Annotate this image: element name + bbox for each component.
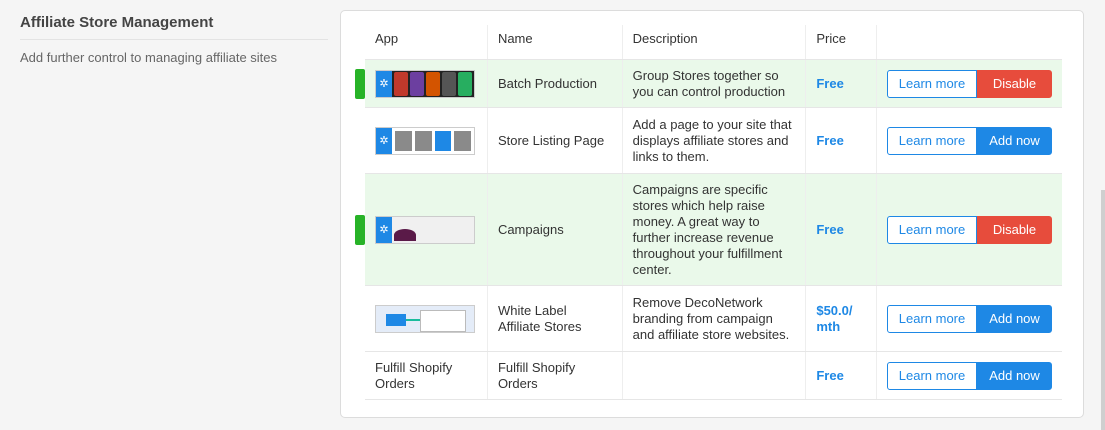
deco-logo-icon: ✲ [376, 70, 392, 97]
app-thumbnail: ✲ [375, 126, 475, 155]
app-name: Campaigns [486, 173, 623, 286]
column-header-app: App [365, 25, 488, 60]
app-price: $50.0/ mth [805, 285, 877, 352]
learn-more-button[interactable]: Learn more [887, 361, 977, 390]
apps-card: App Name Description Price ✲ Batch Produ… [340, 10, 1084, 418]
add-now-button[interactable]: Add now [977, 304, 1052, 333]
disable-button[interactable]: Disable [977, 215, 1052, 244]
actions-cell: Learn more Add now [876, 351, 1062, 400]
app-thumbnail: ✲ [375, 215, 475, 244]
app-name: White Label Affiliate Stores [486, 285, 623, 352]
app-cell: ✲ [365, 107, 488, 174]
active-marker [355, 69, 365, 99]
store-listing-image [392, 128, 474, 154]
app-cell: ✲ [355, 59, 488, 108]
section-info: Affiliate Store Management Add further c… [20, 14, 328, 65]
disable-button[interactable]: Disable [977, 69, 1052, 98]
table-row: ✲ Campaigns Campaigns are specific store… [355, 173, 1062, 286]
app-name: Batch Production [486, 59, 623, 108]
app-description: Group Stores together so you can control… [621, 59, 806, 108]
learn-more-button[interactable]: Learn more [887, 126, 977, 155]
learn-more-button[interactable]: Learn more [887, 69, 977, 98]
section-subtitle: Add further control to managing affiliat… [20, 50, 278, 65]
learn-more-button[interactable]: Learn more [887, 304, 977, 333]
app-thumbnail: ✲ [375, 69, 475, 98]
add-now-button[interactable]: Add now [977, 361, 1052, 390]
apps-table: App Name Description Price ✲ Batch Produ… [355, 25, 1062, 400]
actions-cell: Learn more Add now [876, 107, 1062, 174]
white-label-image [420, 309, 466, 332]
app-price: Free [805, 107, 877, 174]
app-cell [365, 285, 488, 352]
page-scrollbar[interactable] [1101, 190, 1105, 430]
app-name: Store Listing Page [486, 107, 623, 174]
app-description: Add a page to your site that displays af… [621, 107, 806, 174]
deco-logo-icon: ✲ [376, 216, 392, 243]
column-header-price: Price [805, 25, 877, 60]
add-now-button[interactable]: Add now [977, 126, 1052, 155]
section-title: Affiliate Store Management [20, 14, 328, 40]
table-header-row: App Name Description Price [365, 25, 1062, 60]
app-description [621, 351, 806, 400]
app-name: Fulfill Shopify Orders [486, 351, 623, 400]
actions-cell: Learn more Disable [876, 59, 1062, 108]
app-text: Fulfill Shopify Orders [365, 351, 488, 400]
app-description: Remove DecoNetwork branding from campaig… [621, 285, 806, 352]
table-row: White Label Affiliate Stores Remove Deco… [365, 285, 1062, 352]
app-description: Campaigns are specific stores which help… [621, 173, 806, 286]
app-price: Free [805, 59, 877, 108]
active-marker [355, 215, 365, 245]
actions-cell: Learn more Disable [876, 173, 1062, 286]
app-price: Free [805, 351, 877, 400]
column-header-actions [876, 25, 1062, 60]
table-row: ✲ Batch Production Group Stores together… [355, 59, 1062, 108]
deco-logo-icon [386, 313, 406, 326]
table-row: Fulfill Shopify Orders Fulfill Shopify O… [365, 351, 1062, 400]
table-row: ✲ Store Listing Page Add a page to your … [365, 107, 1062, 174]
learn-more-button[interactable]: Learn more [887, 215, 977, 244]
column-header-name: Name [486, 25, 623, 60]
app-cell: ✲ [355, 173, 488, 286]
tshirts-image [392, 70, 474, 97]
column-header-description: Description [621, 25, 806, 60]
arrow-icon [406, 318, 420, 321]
app-thumbnail [375, 304, 475, 333]
deco-logo-icon: ✲ [376, 127, 392, 154]
actions-cell: Learn more Add now [876, 285, 1062, 352]
campaigns-image [392, 216, 474, 243]
app-price: Free [805, 173, 877, 286]
